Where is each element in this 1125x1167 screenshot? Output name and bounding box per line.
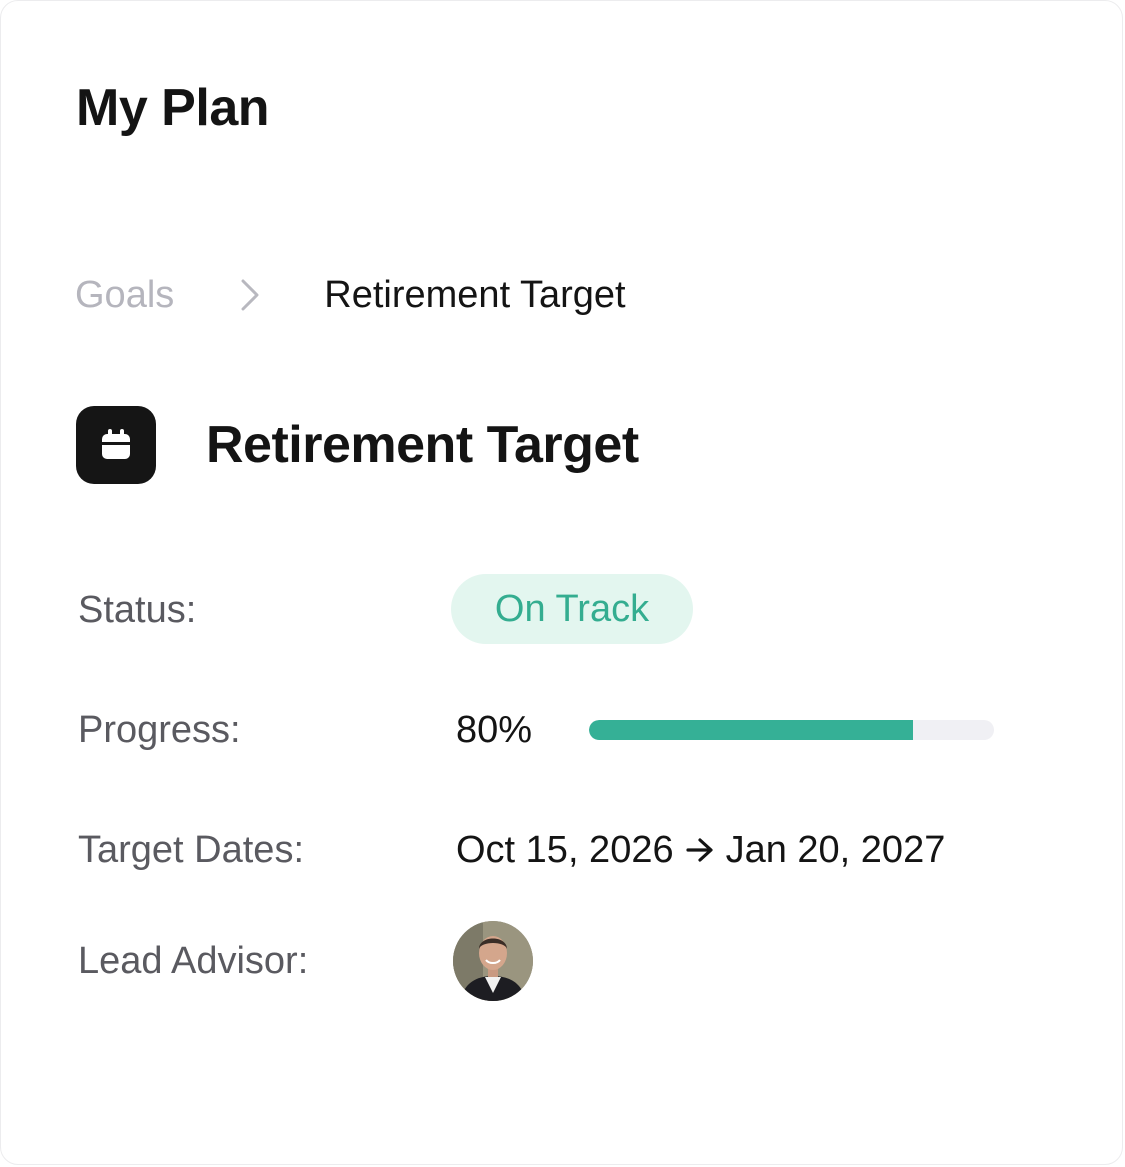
advisor-avatar[interactable] [453,921,533,1001]
breadcrumb: Goals Retirement Target [75,272,626,318]
status-badge: On Track [451,574,693,644]
progress-label: Progress: [78,709,241,751]
goal-header: Retirement Target [76,406,639,484]
status-label: Status: [78,589,197,631]
target-dates-label: Target Dates: [78,829,304,871]
lead-advisor-label: Lead Advisor: [78,940,309,982]
calendar-icon [76,406,156,484]
goal-detail-card: My Plan Goals Retirement Target Retireme… [0,0,1123,1165]
goal-title: Retirement Target [206,416,639,474]
progress-bar-fill [589,720,913,740]
arrow-right-icon [682,827,718,873]
progress-bar [589,720,994,740]
chevron-right-icon [236,272,264,318]
target-end-date: Jan 20, 2027 [725,829,946,871]
page-title: My Plan [76,79,270,137]
progress-value: 80% [456,709,533,751]
target-start-date: Oct 15, 2026 [456,829,674,871]
target-dates-value: Oct 15, 2026 Jan 20, 2027 [456,827,945,873]
breadcrumb-goals-link[interactable]: Goals [75,272,174,318]
breadcrumb-current: Retirement Target [324,274,626,316]
